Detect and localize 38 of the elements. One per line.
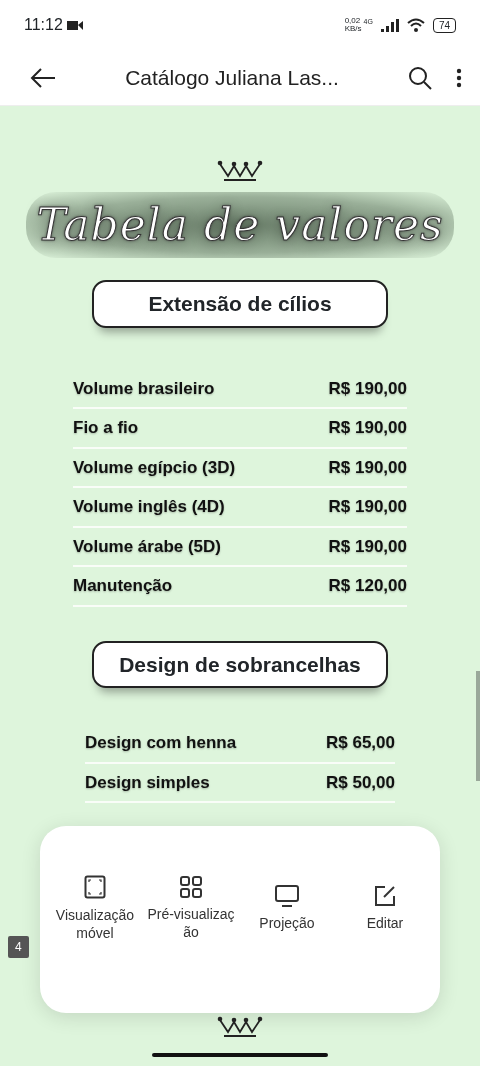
service-name: Design simples bbox=[85, 771, 210, 794]
section-heading: Design de sobrancelhas bbox=[92, 640, 388, 688]
service-name: Design com henna bbox=[85, 732, 237, 754]
edit-icon bbox=[374, 884, 396, 907]
action-button[interactable]: Visualização móvel bbox=[46, 875, 144, 942]
service-name: Volume egípcio (3D) bbox=[73, 456, 236, 479]
data-unit-text: KB/s bbox=[344, 25, 362, 33]
service-price: R$ 190,00 bbox=[328, 417, 407, 439]
wifi-icon bbox=[406, 18, 425, 32]
service-price: R$ 190,00 bbox=[328, 535, 407, 558]
app-title: Catálogo Juliana Las... bbox=[124, 64, 340, 91]
service-price: R$ 190,00 bbox=[328, 496, 407, 518]
service-price: R$ 120,00 bbox=[328, 575, 407, 597]
service-price: R$ 50,00 bbox=[326, 771, 395, 794]
clock-text: 11:12 bbox=[24, 15, 63, 35]
action-button[interactable]: Projeção bbox=[238, 884, 336, 933]
monitor-icon bbox=[275, 884, 299, 907]
data-rate-text: 0,02 bbox=[344, 17, 362, 25]
service-name: Manutenção bbox=[73, 575, 173, 597]
signal-icon bbox=[380, 18, 399, 32]
service-price: R$ 65,00 bbox=[326, 732, 395, 754]
battery-indicator: 74 bbox=[432, 17, 456, 33]
document-title: Tabela de valores bbox=[26, 192, 454, 258]
action-button[interactable]: Editar bbox=[336, 884, 434, 933]
section-heading: Extensão de cílios bbox=[92, 280, 388, 328]
service-name: Fio a fio bbox=[73, 417, 139, 439]
back-button[interactable] bbox=[30, 65, 56, 90]
page-number-badge: 4 bbox=[8, 936, 29, 958]
service-name: Volume brasileiro bbox=[73, 377, 215, 400]
fullscreen-frame-icon bbox=[84, 875, 106, 899]
service-price: R$ 190,00 bbox=[328, 456, 407, 479]
service-name: Volume inglês (4D) bbox=[73, 496, 225, 518]
action-button[interactable]: Pré-visualização bbox=[144, 876, 238, 941]
video-camera-icon bbox=[66, 19, 83, 31]
search-button[interactable] bbox=[408, 65, 432, 90]
grid-icon bbox=[180, 876, 202, 898]
service-price: R$ 190,00 bbox=[328, 377, 407, 400]
service-name: Volume árabe (5D) bbox=[73, 535, 221, 558]
